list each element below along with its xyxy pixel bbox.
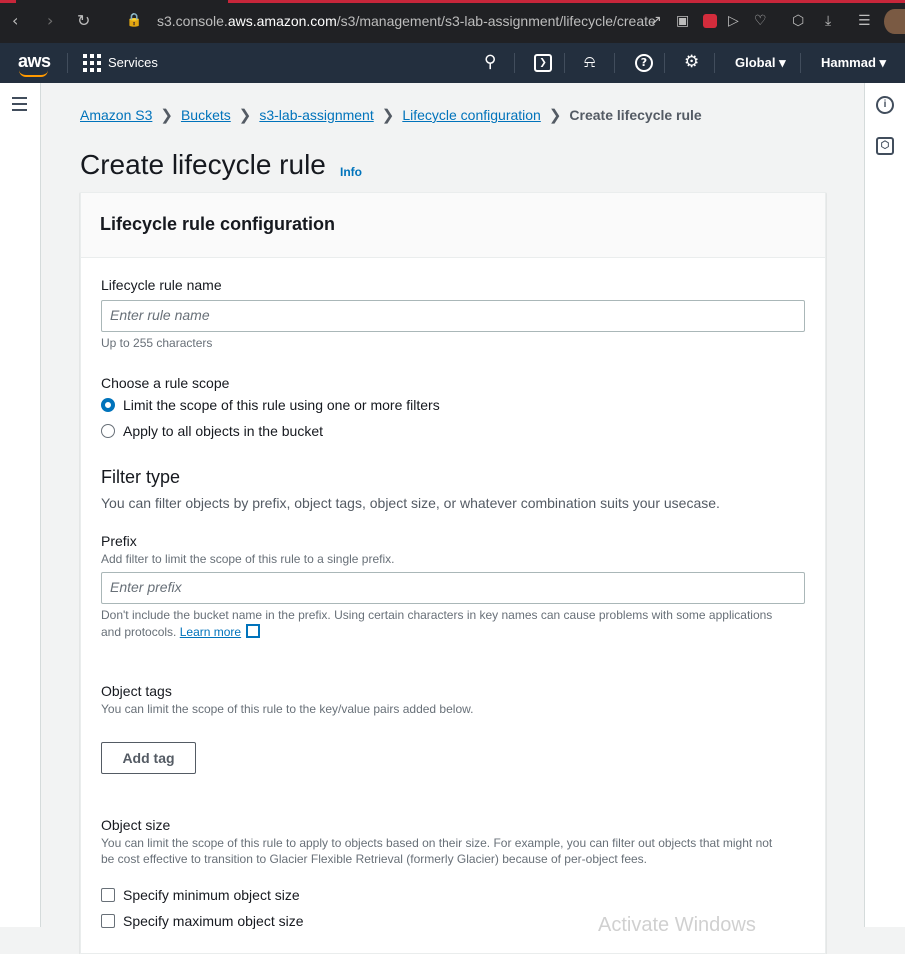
add-tag-button[interactable]: Add tag xyxy=(101,742,196,774)
prefix-field xyxy=(101,572,805,604)
breadcrumb-bucket[interactable]: s3-lab-assignment xyxy=(259,107,373,123)
region-selector[interactable]: Global ▾ xyxy=(735,55,786,71)
breadcrumb: Amazon S3 ❯ Buckets ❯ s3-lab-assignment ❯ Life… xyxy=(80,106,702,124)
divider xyxy=(514,53,515,73)
breadcrumb-lifecycle-configuration[interactable]: Lifecycle configuration xyxy=(402,107,541,123)
services-grid-icon[interactable] xyxy=(83,54,101,72)
rule-name-label: Lifecycle rule name xyxy=(101,277,222,293)
reload-icon[interactable]: ↻ xyxy=(77,11,90,31)
tab-indicator xyxy=(0,0,16,3)
min-size-checkbox[interactable] xyxy=(101,888,115,902)
breadcrumb-buckets[interactable]: Buckets xyxy=(181,107,231,123)
breadcrumb-amazon-s3[interactable]: Amazon S3 xyxy=(80,107,152,123)
account-menu[interactable]: Hammad ▾ xyxy=(821,55,886,71)
aws-logo[interactable]: aws xyxy=(18,51,51,72)
object-size-description-line1: You can limit the scope of this rule to … xyxy=(101,836,773,850)
gear-icon[interactable]: ⚙ xyxy=(684,52,699,72)
min-size-label[interactable]: Specify minimum object size xyxy=(123,887,300,903)
bell-icon[interactable]: ⍾ xyxy=(584,52,595,72)
services-menu-button[interactable]: Services xyxy=(108,55,158,70)
prefix-note-line1: Don't include the bucket name in the pre… xyxy=(101,608,773,622)
info-link[interactable]: Info xyxy=(340,165,362,179)
activation-watermark: Activate Windows xyxy=(598,914,756,936)
box-icon[interactable]: ⬡ xyxy=(792,11,804,31)
cloudshell-icon[interactable]: ❯ xyxy=(534,54,552,72)
rule-name-field xyxy=(101,300,805,332)
chevron-right-icon: ❯ xyxy=(160,107,173,124)
panel-title: Lifecycle rule configuration xyxy=(100,214,336,234)
max-size-checkbox[interactable] xyxy=(101,914,115,928)
object-tags-description: You can limit the scope of this rule to … xyxy=(101,702,474,716)
prefix-label: Prefix xyxy=(101,533,137,549)
divider xyxy=(614,53,615,73)
aws-logo-smile xyxy=(19,70,48,77)
filter-type-heading: Filter type xyxy=(101,467,181,487)
feedback-icon[interactable]: ⬡ xyxy=(876,137,894,155)
prefix-note-line2: and protocols. Learn more xyxy=(101,624,261,639)
breadcrumb-current: Create lifecycle rule xyxy=(569,107,702,123)
scope-filter-radio[interactable] xyxy=(101,398,115,412)
info-panel-icon[interactable]: i xyxy=(876,96,894,114)
learn-more-link[interactable]: Learn more xyxy=(180,625,241,639)
help-icon[interactable]: ? xyxy=(635,54,653,72)
left-side-rail xyxy=(0,83,41,927)
lifecycle-rule-configuration-panel: Lifecycle rule configuration Lifecycle r… xyxy=(80,192,826,954)
prefix-description: Add filter to limit the scope of this ru… xyxy=(101,552,395,566)
share-icon[interactable]: ↗ xyxy=(650,11,662,31)
hamburger-menu-icon[interactable] xyxy=(12,97,27,115)
back-icon[interactable]: ‹ xyxy=(12,11,18,31)
scope-all-label[interactable]: Apply to all objects in the bucket xyxy=(123,423,323,439)
filter-type-description: You can filter objects by prefix, object… xyxy=(101,495,720,511)
object-size-description-line2: be cost effective to transition to Glaci… xyxy=(101,852,648,866)
chevron-right-icon: ❯ xyxy=(381,107,395,124)
chevron-right-icon: ❯ xyxy=(238,107,252,124)
send-icon[interactable]: ▷ xyxy=(728,11,739,31)
scope-filter-label[interactable]: Limit the scope of this rule using one o… xyxy=(123,397,440,413)
browser-toolbar: ‹ › ↻ 🔒 s3.console.aws.amazon.com/s3/man… xyxy=(0,0,905,43)
camera-icon[interactable]: ▣ xyxy=(676,11,689,31)
address-bar[interactable]: s3.console.aws.amazon.com/s3/management/… xyxy=(157,13,656,29)
search-icon[interactable]: ⚲ xyxy=(484,52,496,72)
extension-shield-icon[interactable] xyxy=(703,14,717,28)
forward-icon[interactable]: › xyxy=(47,11,53,31)
divider xyxy=(564,53,565,73)
heart-icon[interactable]: ♡ xyxy=(754,11,767,31)
rule-scope-label: Choose a rule scope xyxy=(101,375,230,391)
prefix-input[interactable] xyxy=(102,573,798,601)
scope-all-radio[interactable] xyxy=(101,424,115,438)
object-tags-label: Object tags xyxy=(101,683,172,699)
tab-indicator xyxy=(228,0,905,3)
rule-name-input[interactable] xyxy=(102,301,798,329)
divider xyxy=(800,53,801,73)
aws-top-nav: aws Services ⚲ ❯ ⍾ ? ⚙ Global ▾ Hammad ▾ xyxy=(0,43,905,83)
divider xyxy=(664,53,665,73)
divider xyxy=(714,53,715,73)
lock-icon[interactable]: 🔒 xyxy=(126,11,142,31)
download-icon[interactable]: ⤓ xyxy=(825,11,831,31)
chevron-right-icon: ❯ xyxy=(548,107,562,124)
rule-name-hint: Up to 255 characters xyxy=(101,336,213,350)
panel-header: Lifecycle rule configuration xyxy=(81,193,825,258)
divider xyxy=(67,53,68,73)
menu-icon[interactable]: ☰ xyxy=(858,11,871,31)
profile-avatar-icon[interactable] xyxy=(884,9,905,34)
external-link-icon[interactable] xyxy=(246,624,261,638)
right-side-rail xyxy=(864,83,905,927)
page-title: Create lifecycle rule xyxy=(80,149,326,180)
object-size-label: Object size xyxy=(101,817,171,833)
